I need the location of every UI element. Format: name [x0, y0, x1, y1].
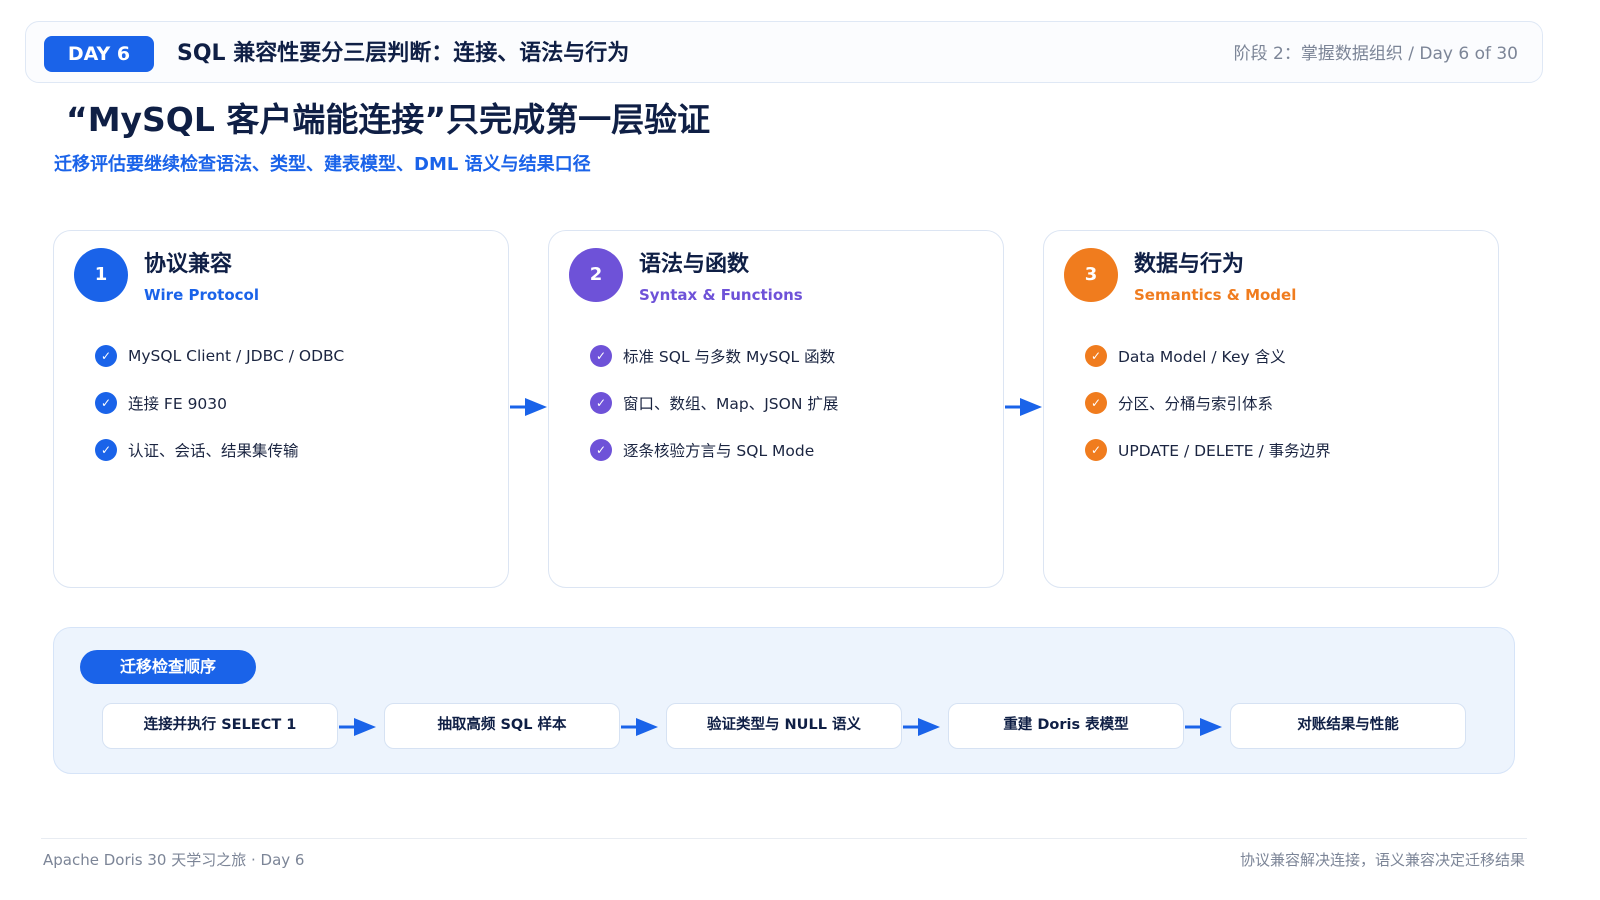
check-icon: ✓: [590, 345, 612, 367]
day-badge: DAY 6: [44, 36, 154, 72]
list-item-text: 认证、会话、结果集传输: [128, 442, 299, 460]
arrow-right-icon: [510, 398, 547, 416]
list-item: ✓ 连接 FE 9030: [95, 391, 344, 415]
footer-course-label: Apache Doris 30 天学习之旅 · Day 6: [43, 851, 305, 869]
list-item: ✓ 分区、分桶与索引体系: [1085, 391, 1331, 415]
arrow-right-icon: [903, 718, 940, 736]
list-item-text: 逐条核验方言与 SQL Mode: [623, 442, 815, 460]
list-item-text: Data Model / Key 含义: [1118, 348, 1286, 366]
list-item-text: UPDATE / DELETE / 事务边界: [1118, 442, 1331, 460]
check-icon: ✓: [95, 392, 117, 414]
header-bar: DAY 6 SQL 兼容性要分三层判断：连接、语法与行为 阶段 2：掌握数据组织…: [25, 21, 1543, 83]
card-title: 数据与行为: [1134, 252, 1245, 277]
migration-check-panel: 迁移检查顺序 连接并执行 SELECT 1 抽取高频 SQL 样本 验证类型与 …: [53, 627, 1515, 774]
process-step: 对账结果与性能: [1230, 703, 1466, 749]
page-subtitle: 迁移评估要继续检查语法、类型、建表模型、DML 语义与结果口径: [54, 154, 591, 175]
card-subtitle: Wire Protocol: [144, 286, 259, 304]
check-icon: ✓: [95, 439, 117, 461]
list-item-text: 窗口、数组、Map、JSON 扩展: [623, 395, 839, 413]
list-item: ✓ 窗口、数组、Map、JSON 扩展: [590, 391, 838, 415]
process-step: 连接并执行 SELECT 1: [102, 703, 338, 749]
checklist: ✓ 标准 SQL 与多数 MySQL 函数 ✓ 窗口、数组、Map、JSON 扩展 …: [590, 344, 838, 485]
arrow-right-icon: [339, 718, 376, 736]
list-item: ✓ 标准 SQL 与多数 MySQL 函数: [590, 344, 838, 368]
check-icon: ✓: [1085, 439, 1107, 461]
layer-card-syntax: 2 语法与函数 Syntax & Functions ✓ 标准 SQL 与多数 M…: [548, 230, 1004, 588]
layer-card-semantics: 3 数据与行为 Semantics & Model ✓ Data Model / …: [1043, 230, 1499, 588]
step-number-badge: 3: [1064, 248, 1118, 302]
list-item-text: 分区、分桶与索引体系: [1118, 395, 1274, 413]
card-title: 语法与函数: [639, 252, 750, 277]
process-step: 抽取高频 SQL 样本: [384, 703, 620, 749]
layer-card-protocol: 1 协议兼容 Wire Protocol ✓ MySQL Client / JDB…: [53, 230, 509, 588]
checklist: ✓ Data Model / Key 含义 ✓ 分区、分桶与索引体系 ✓ UPDATE…: [1085, 344, 1331, 485]
check-icon: ✓: [590, 439, 612, 461]
arrow-right-icon: [621, 718, 658, 736]
card-title: 协议兼容: [144, 252, 233, 277]
check-icon: ✓: [1085, 345, 1107, 367]
check-icon: ✓: [1085, 392, 1107, 414]
list-item-text: 连接 FE 9030: [128, 395, 228, 413]
arrow-right-icon: [1185, 718, 1222, 736]
check-icon: ✓: [95, 345, 117, 367]
list-item-text: 标准 SQL 与多数 MySQL 函数: [623, 348, 836, 366]
process-step: 验证类型与 NULL 语义: [666, 703, 902, 749]
page-title: “MySQL 客户端能连接”只完成第一层验证: [66, 100, 711, 139]
arrow-right-icon: [1005, 398, 1042, 416]
footer-divider: [41, 838, 1527, 839]
process-label: 迁移检查顺序: [80, 650, 256, 684]
step-number-badge: 1: [74, 248, 128, 302]
footer-summary: 协议兼容解决连接，语义兼容决定迁移结果: [1239, 851, 1525, 869]
list-item: ✓ UPDATE / DELETE / 事务边界: [1085, 438, 1331, 462]
step-number-badge: 2: [569, 248, 623, 302]
card-subtitle: Semantics & Model: [1134, 286, 1297, 304]
list-item: ✓ 认证、会话、结果集传输: [95, 438, 344, 462]
process-step: 重建 Doris 表模型: [948, 703, 1184, 749]
card-subtitle: Syntax & Functions: [639, 286, 803, 304]
list-item-text: MySQL Client / JDBC / ODBC: [128, 347, 345, 365]
check-icon: ✓: [590, 392, 612, 414]
list-item: ✓ MySQL Client / JDBC / ODBC: [95, 344, 344, 368]
checklist: ✓ MySQL Client / JDBC / ODBC ✓ 连接 FE 9030 …: [95, 344, 344, 485]
list-item: ✓ 逐条核验方言与 SQL Mode: [590, 438, 838, 462]
list-item: ✓ Data Model / Key 含义: [1085, 344, 1331, 368]
header-title: SQL 兼容性要分三层判断：连接、语法与行为: [177, 41, 630, 66]
course-progress: 阶段 2：掌握数据组织 / Day 6 of 30: [1233, 44, 1518, 64]
